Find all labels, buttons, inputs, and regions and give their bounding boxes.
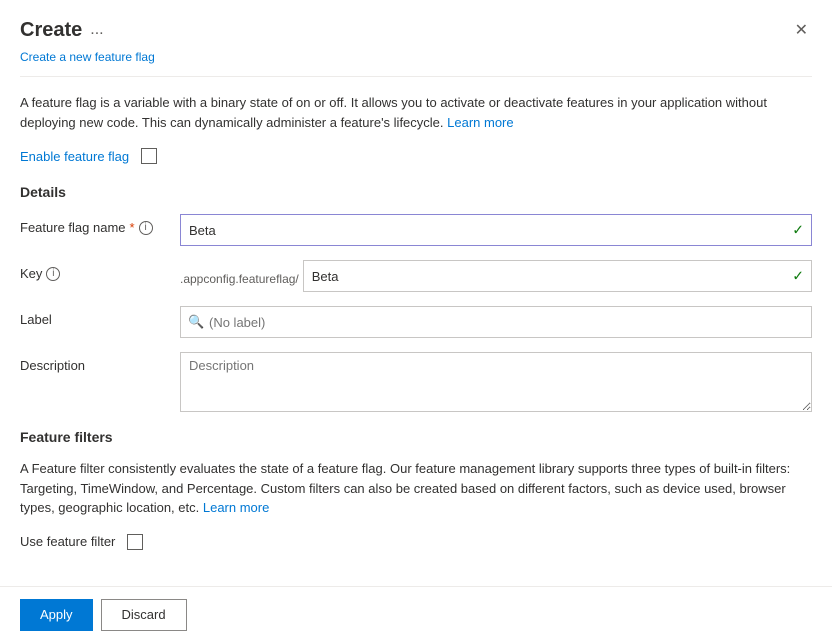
feature-filters-section-title: Feature filters bbox=[20, 429, 812, 445]
more-icon[interactable]: ... bbox=[90, 21, 103, 39]
apply-button[interactable]: Apply bbox=[20, 599, 93, 631]
feature-flag-name-label: Feature flag name * i bbox=[20, 214, 180, 235]
create-panel: Create ... ✕ Create a new feature flag A… bbox=[0, 0, 832, 643]
key-label: Key i bbox=[20, 260, 180, 281]
key-field-wrapper: .appconfig.featureflag/ ✓ bbox=[180, 260, 812, 292]
required-star: * bbox=[130, 220, 135, 235]
description-label: Description bbox=[20, 352, 180, 373]
panel-footer: Apply Discard bbox=[0, 586, 832, 643]
enable-flag-row: Enable feature flag bbox=[20, 148, 812, 164]
key-input[interactable] bbox=[303, 260, 812, 292]
description-learn-more-link[interactable]: Learn more bbox=[447, 115, 513, 130]
use-filter-row: Use feature filter bbox=[20, 534, 812, 550]
panel-subtitle[interactable]: Create a new feature flag bbox=[0, 48, 832, 76]
label-row: Label 🔍 bbox=[20, 306, 812, 338]
close-icon[interactable]: ✕ bbox=[791, 16, 812, 44]
enable-flag-checkbox[interactable] bbox=[141, 148, 157, 164]
label-field-wrapper: 🔍 bbox=[180, 306, 812, 338]
key-info-icon[interactable]: i bbox=[46, 267, 60, 281]
filters-learn-more-link[interactable]: Learn more bbox=[203, 500, 269, 515]
description-text-main: A feature flag is a variable with a bina… bbox=[20, 95, 767, 130]
use-filter-checkbox[interactable] bbox=[127, 534, 143, 550]
description-input[interactable] bbox=[180, 352, 812, 412]
panel-header: Create ... ✕ bbox=[0, 0, 832, 48]
filters-description-text: A Feature filter consistently evaluates … bbox=[20, 461, 790, 515]
key-prefix: .appconfig.featureflag/ bbox=[180, 266, 303, 286]
enable-flag-label: Enable feature flag bbox=[20, 149, 129, 164]
discard-button[interactable]: Discard bbox=[101, 599, 187, 631]
key-input-container: ✓ bbox=[303, 260, 812, 292]
feature-flag-name-check-icon: ✓ bbox=[792, 222, 804, 239]
feature-flag-description: A feature flag is a variable with a bina… bbox=[20, 93, 812, 132]
label-input[interactable] bbox=[180, 306, 812, 338]
panel-body: A feature flag is a variable with a bina… bbox=[0, 77, 832, 586]
key-check-icon: ✓ bbox=[792, 268, 804, 285]
feature-flag-name-info-icon[interactable]: i bbox=[139, 221, 153, 235]
label-label: Label bbox=[20, 306, 180, 327]
label-search-icon: 🔍 bbox=[188, 314, 204, 330]
feature-flag-name-field-wrapper: ✓ bbox=[180, 214, 812, 246]
use-filter-label: Use feature filter bbox=[20, 534, 115, 549]
feature-flag-name-row: Feature flag name * i ✓ bbox=[20, 214, 812, 246]
panel-title: Create bbox=[20, 19, 82, 42]
key-row: Key i .appconfig.featureflag/ ✓ bbox=[20, 260, 812, 292]
description-field-wrapper bbox=[180, 352, 812, 415]
filters-description: A Feature filter consistently evaluates … bbox=[20, 459, 812, 518]
description-row: Description bbox=[20, 352, 812, 415]
feature-flag-name-input[interactable] bbox=[180, 214, 812, 246]
details-section-title: Details bbox=[20, 184, 812, 200]
